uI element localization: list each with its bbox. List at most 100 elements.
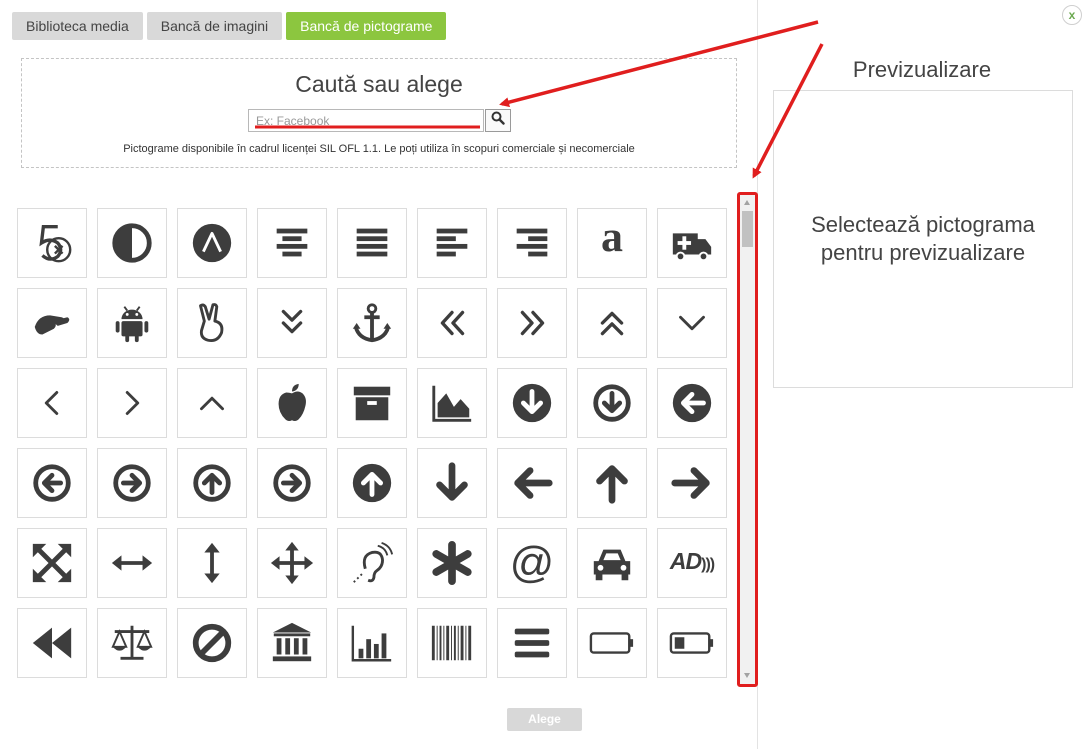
icon-tile[interactable] bbox=[177, 368, 247, 438]
icon-tile[interactable] bbox=[97, 288, 167, 358]
icon-tile[interactable] bbox=[257, 208, 327, 278]
icon-tile[interactable] bbox=[497, 288, 567, 358]
choose-button[interactable]: Alege bbox=[507, 708, 582, 731]
victory-hand-icon bbox=[189, 300, 235, 346]
icon-tile[interactable] bbox=[257, 368, 327, 438]
automobile-icon bbox=[589, 540, 635, 586]
angle-up-icon bbox=[189, 380, 235, 426]
icon-tile[interactable] bbox=[417, 208, 487, 278]
icon-tile[interactable] bbox=[257, 608, 327, 678]
ambulance-icon bbox=[669, 220, 715, 266]
search-panel: Caută sau alege Pictograme disponibile î… bbox=[21, 58, 737, 168]
icon-tile[interactable] bbox=[17, 368, 87, 438]
icon-tile[interactable] bbox=[17, 208, 87, 278]
battery-empty-icon bbox=[589, 620, 635, 666]
area-chart-icon bbox=[429, 380, 475, 426]
icon-tile[interactable] bbox=[417, 288, 487, 358]
icon-tile[interactable] bbox=[417, 448, 487, 518]
icon-tile[interactable] bbox=[417, 608, 487, 678]
icon-tile[interactable] bbox=[97, 208, 167, 278]
sign-language-icon bbox=[29, 300, 75, 346]
icon-tile[interactable] bbox=[497, 608, 567, 678]
icon-tile[interactable] bbox=[177, 528, 247, 598]
tab-media-library[interactable]: Biblioteca media bbox=[12, 12, 143, 40]
angle-right-icon bbox=[109, 380, 155, 426]
icon-tile[interactable] bbox=[417, 528, 487, 598]
icon-tile[interactable] bbox=[97, 608, 167, 678]
icon-tile[interactable] bbox=[657, 448, 727, 518]
search-icon bbox=[491, 111, 505, 130]
icon-tile[interactable] bbox=[337, 528, 407, 598]
arrow-circle-down-icon bbox=[509, 380, 555, 426]
icon-tile[interactable] bbox=[577, 368, 647, 438]
icon-tile[interactable] bbox=[17, 288, 87, 358]
license-note: Pictograme disponibile în cadrul licențe… bbox=[123, 143, 635, 155]
arrow-right-icon bbox=[669, 460, 715, 506]
icon-tile[interactable] bbox=[337, 608, 407, 678]
icon-tile[interactable] bbox=[657, 368, 727, 438]
icon-tile[interactable] bbox=[17, 608, 87, 678]
icon-tile[interactable] bbox=[177, 608, 247, 678]
arrow-circle-o-right-icon bbox=[109, 460, 155, 506]
icon-tile[interactable] bbox=[337, 448, 407, 518]
close-button[interactable]: x bbox=[1062, 5, 1082, 25]
icon-tile[interactable] bbox=[97, 368, 167, 438]
align-justify-icon bbox=[349, 220, 395, 266]
angle-double-right-icon bbox=[509, 300, 555, 346]
icon-tile[interactable] bbox=[497, 208, 567, 278]
arrow-circle-right-icon bbox=[269, 460, 315, 506]
icon-tile[interactable]: @ bbox=[497, 528, 567, 598]
media-tabs: Biblioteca media Bancă de imagini Bancă … bbox=[12, 12, 447, 40]
icon-tile[interactable] bbox=[417, 368, 487, 438]
bank-icon bbox=[269, 620, 315, 666]
arrow-left-icon bbox=[509, 460, 555, 506]
scroll-up-arrow-icon[interactable] bbox=[744, 200, 750, 205]
search-button[interactable] bbox=[485, 109, 511, 132]
preview-title: Previzualizare bbox=[852, 57, 992, 82]
audio-description-icon: AD))) bbox=[669, 548, 715, 574]
icon-tile[interactable] bbox=[17, 448, 87, 518]
500px-icon bbox=[29, 220, 75, 266]
angle-double-up-icon bbox=[589, 300, 635, 346]
archive-icon bbox=[349, 380, 395, 426]
icon-tile[interactable] bbox=[257, 528, 327, 598]
bars-icon bbox=[509, 620, 555, 666]
icon-tile[interactable] bbox=[577, 448, 647, 518]
icon-grid-scrollbar[interactable] bbox=[740, 194, 755, 684]
panel-divider bbox=[757, 0, 758, 749]
icon-tile[interactable] bbox=[577, 608, 647, 678]
icon-tile[interactable] bbox=[177, 288, 247, 358]
icon-tile[interactable] bbox=[17, 528, 87, 598]
angle-left-icon bbox=[29, 380, 75, 426]
icon-tile[interactable] bbox=[577, 288, 647, 358]
tab-image-bank[interactable]: Bancă de imagini bbox=[146, 12, 283, 40]
icon-tile[interactable] bbox=[177, 448, 247, 518]
search-input[interactable] bbox=[248, 109, 484, 132]
icon-tile[interactable] bbox=[337, 368, 407, 438]
icon-tile[interactable] bbox=[577, 528, 647, 598]
icon-tile[interactable] bbox=[657, 288, 727, 358]
icon-tile[interactable] bbox=[657, 208, 727, 278]
align-left-icon bbox=[429, 220, 475, 266]
arrow-circle-o-down-icon bbox=[589, 380, 635, 426]
icon-tile[interactable] bbox=[257, 448, 327, 518]
arrow-circle-up-icon bbox=[349, 460, 395, 506]
icon-tile[interactable]: AD))) bbox=[657, 528, 727, 598]
icon-tile[interactable] bbox=[177, 208, 247, 278]
icon-tile[interactable] bbox=[657, 608, 727, 678]
scrollbar-thumb[interactable] bbox=[742, 211, 753, 247]
preview-box: Selectează pictograma pentru previzualiz… bbox=[773, 90, 1073, 388]
icon-tile[interactable] bbox=[497, 448, 567, 518]
icon-tile[interactable] bbox=[337, 208, 407, 278]
apple-icon bbox=[269, 380, 315, 426]
tab-icon-bank[interactable]: Bancă de pictograme bbox=[286, 12, 447, 40]
icon-tile[interactable] bbox=[97, 448, 167, 518]
scroll-down-arrow-icon[interactable] bbox=[744, 673, 750, 678]
icon-tile[interactable] bbox=[97, 528, 167, 598]
icon-tile[interactable] bbox=[257, 288, 327, 358]
icon-tile[interactable] bbox=[337, 288, 407, 358]
asterisk-icon bbox=[429, 540, 475, 586]
icon-tile[interactable]: a bbox=[577, 208, 647, 278]
icon-tile[interactable] bbox=[497, 368, 567, 438]
arrows-v-icon bbox=[189, 540, 235, 586]
